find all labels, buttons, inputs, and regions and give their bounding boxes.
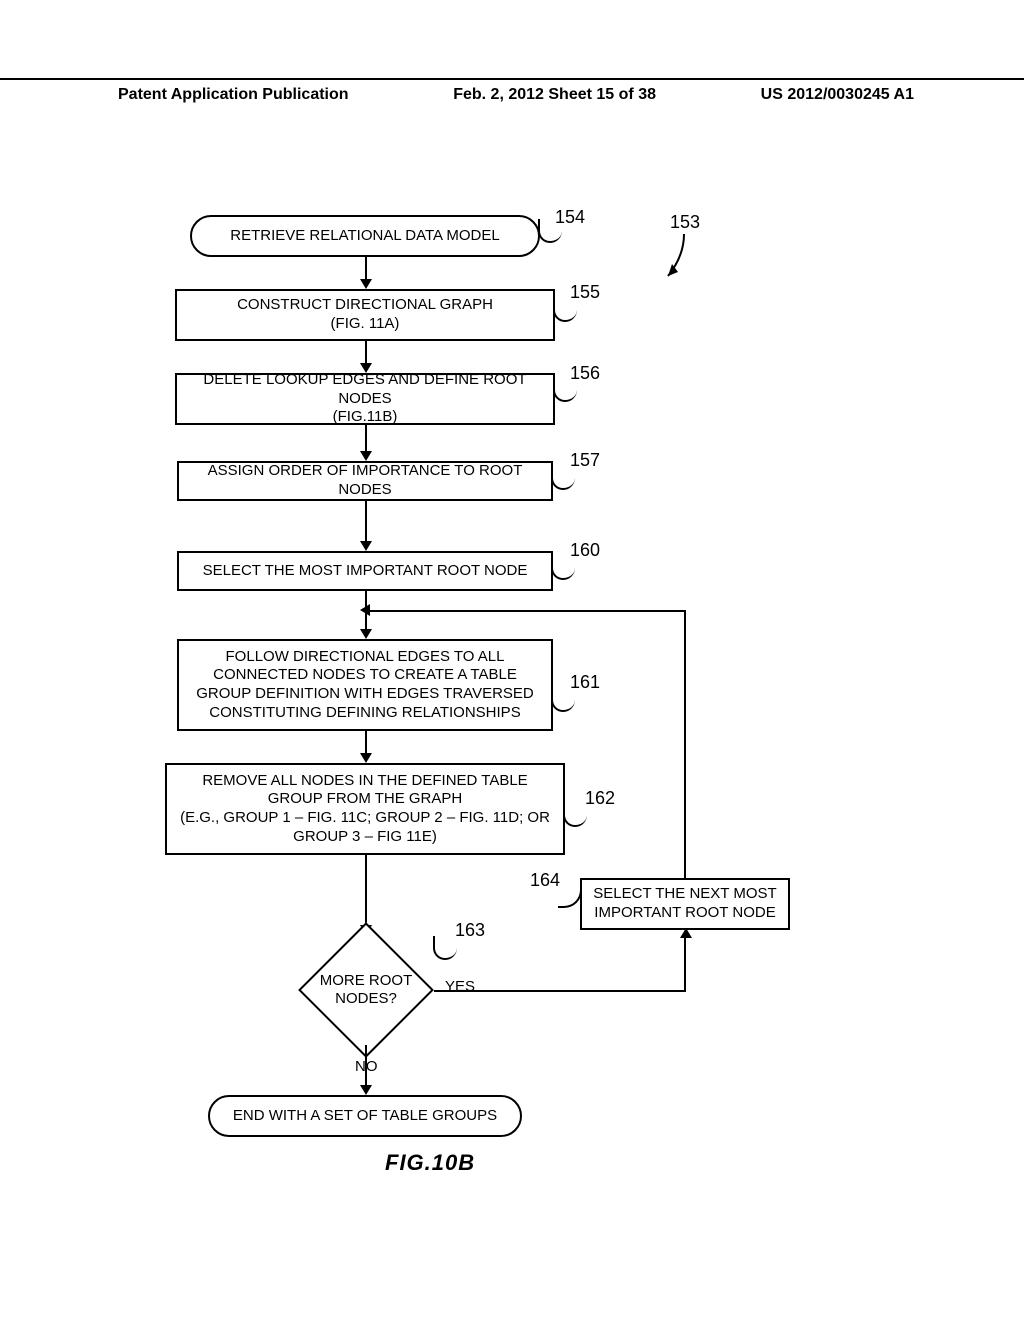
flow-start-terminator: RETRIEVE RELATIONAL DATA MODEL — [190, 215, 540, 257]
label-yes: YES — [445, 978, 475, 995]
step-164-box: SELECT THE NEXT MOST IMPORTANT ROOT NODE — [580, 878, 790, 930]
loop-vline — [684, 610, 686, 878]
step-164-text: SELECT THE NEXT MOST IMPORTANT ROOT NODE — [590, 885, 780, 923]
arrow-156-157-line — [365, 425, 367, 451]
step-155-box: CONSTRUCT DIRECTIONAL GRAPH (FIG. 11A) — [175, 289, 555, 341]
arrow-154-155-head — [360, 279, 372, 289]
arrow-157-160-line — [365, 501, 367, 541]
step-154-text: RETRIEVE RELATIONAL DATA MODEL — [230, 227, 500, 246]
arrow-161-162-head — [360, 753, 372, 763]
step-155-text: CONSTRUCT DIRECTIONAL GRAPH (FIG. 11A) — [237, 296, 493, 334]
flowchart-figure: RETRIEVE RELATIONAL DATA MODEL 154 153 C… — [0, 0, 1024, 1320]
decision-163-text: MORE ROOT NODES? — [306, 972, 426, 1008]
ref-153-pointer — [666, 232, 696, 282]
arrow-yes-hline — [434, 990, 684, 992]
ref-164: 164 — [530, 870, 560, 891]
ref-157-hook — [551, 466, 575, 490]
arrow-161-162-line — [365, 731, 367, 753]
step-160-box: SELECT THE MOST IMPORTANT ROOT NODE — [177, 551, 553, 591]
step-161-text: FOLLOW DIRECTIONAL EDGES TO ALL CONNECTE… — [187, 648, 543, 723]
step-162-text: REMOVE ALL NODES IN THE DEFINED TABLE GR… — [175, 772, 555, 847]
arrow-156-157-head — [360, 451, 372, 461]
ref-153: 153 — [670, 212, 700, 233]
ref-155-hook — [553, 298, 577, 322]
ref-164-hook — [558, 884, 582, 908]
ref-162: 162 — [585, 788, 615, 809]
ref-154-hook — [538, 219, 562, 243]
step-156-box: DELETE LOOKUP EDGES AND DEFINE ROOT NODE… — [175, 373, 555, 425]
ref-160-hook — [551, 556, 575, 580]
decision-163: MORE ROOT NODES? — [296, 935, 436, 1045]
step-161-box: FOLLOW DIRECTIONAL EDGES TO ALL CONNECTE… — [177, 639, 553, 731]
arrow-no-vline — [365, 1045, 367, 1085]
arrow-yes-vline-up — [684, 938, 686, 992]
step-157-text: ASSIGN ORDER OF IMPORTANCE TO ROOT NODES — [187, 462, 543, 500]
arrow-155-156-line — [365, 341, 367, 363]
step-end-text: END WITH A SET OF TABLE GROUPS — [233, 1107, 497, 1126]
ref-156-hook — [553, 378, 577, 402]
ref-161-hook — [551, 688, 575, 712]
step-157-box: ASSIGN ORDER OF IMPORTANCE TO ROOT NODES — [177, 461, 553, 501]
arrow-no-head — [360, 1085, 372, 1095]
step-156-text: DELETE LOOKUP EDGES AND DEFINE ROOT NODE… — [185, 371, 545, 427]
arrow-162-163-line — [365, 855, 367, 925]
ref-162-hook — [563, 803, 587, 827]
step-160-text: SELECT THE MOST IMPORTANT ROOT NODE — [203, 562, 528, 581]
flow-end-terminator: END WITH A SET OF TABLE GROUPS — [208, 1095, 522, 1137]
ref-163-hook — [433, 936, 457, 960]
figure-label: FIG.10B — [385, 1150, 475, 1176]
step-162-box: REMOVE ALL NODES IN THE DEFINED TABLE GR… — [165, 763, 565, 855]
arrow-160-161-head — [360, 629, 372, 639]
patent-page: Patent Application Publication Feb. 2, 2… — [0, 0, 1024, 1320]
arrow-157-160-head — [360, 541, 372, 551]
arrow-154-155-line — [365, 257, 367, 279]
loop-hline — [367, 610, 686, 612]
ref-163: 163 — [455, 920, 485, 941]
